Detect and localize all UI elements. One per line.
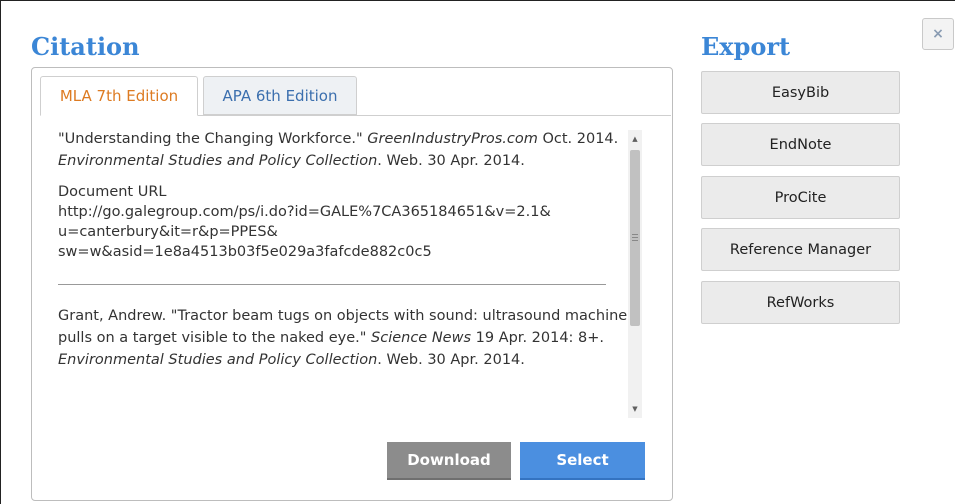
document-url-block: Document URL http://go.galegroup.com/ps/i…	[58, 182, 628, 262]
document-url-line: http://go.galegroup.com/ps/i.do?id=GALE%…	[58, 204, 551, 220]
export-easybib-button[interactable]: EasyBib	[701, 71, 900, 114]
citation-tabs: MLA 7th Edition APA 6th Edition	[40, 76, 671, 116]
citation-1-access: . Web. 30 Apr. 2014.	[377, 153, 525, 169]
citation-1-date: Oct. 2014.	[537, 131, 619, 147]
citation-2-access: . Web. 30 Apr. 2014.	[377, 352, 525, 368]
close-icon: ×	[932, 26, 944, 42]
scrollbar-thumb[interactable]	[630, 150, 640, 326]
citation-dialog: Citation Export × MLA 7th Edition APA 6t…	[0, 0, 955, 504]
citation-heading: Citation	[31, 32, 140, 61]
vertical-scrollbar[interactable]: ▲ ▼	[628, 130, 642, 418]
entry-divider	[58, 284, 606, 285]
citation-text-area[interactable]: "Understanding the Changing Workforce." …	[58, 128, 628, 420]
tab-apa[interactable]: APA 6th Edition	[203, 76, 357, 115]
tab-mla[interactable]: MLA 7th Edition	[40, 76, 198, 116]
close-button[interactable]: ×	[922, 18, 954, 50]
document-url-line: u=canterbury&it=r&p=PPES&	[58, 224, 278, 240]
citation-2-source: Science News	[371, 330, 472, 346]
export-refworks-button[interactable]: RefWorks	[701, 281, 900, 324]
citation-1-text: "Understanding the Changing Workforce."	[58, 131, 368, 147]
citation-2-date: 19 Apr. 2014: 8+.	[471, 330, 605, 346]
citation-entry-2: Grant, Andrew. "Tractor beam tugs on obj…	[58, 305, 628, 371]
citation-1-collection: Environmental Studies and Policy Collect…	[58, 153, 378, 169]
tab-mla-label: MLA 7th Edition	[59, 87, 179, 105]
export-endnote-button[interactable]: EndNote	[701, 123, 900, 166]
citation-entry-1: "Understanding the Changing Workforce." …	[58, 128, 628, 172]
export-reference-manager-button[interactable]: Reference Manager	[701, 228, 900, 271]
citation-2-collection: Environmental Studies and Policy Collect…	[58, 352, 378, 368]
select-button[interactable]: Select	[520, 442, 645, 480]
document-url-label: Document URL	[58, 184, 167, 200]
scroll-down-arrow-icon[interactable]: ▼	[628, 402, 642, 416]
download-button[interactable]: Download	[387, 442, 511, 480]
document-url-line: sw=w&asid=1e8a4513b03f5e029a3fafcde882c0…	[58, 244, 432, 260]
export-heading: Export	[701, 32, 791, 61]
tab-apa-label: APA 6th Edition	[222, 86, 338, 105]
export-procite-button[interactable]: ProCite	[701, 176, 900, 219]
citation-panel: MLA 7th Edition APA 6th Edition "Underst…	[31, 67, 673, 501]
scroll-up-arrow-icon[interactable]: ▲	[628, 132, 642, 146]
citation-1-source: GreenIndustryPros.com	[367, 131, 538, 147]
grip-icon	[632, 234, 638, 241]
